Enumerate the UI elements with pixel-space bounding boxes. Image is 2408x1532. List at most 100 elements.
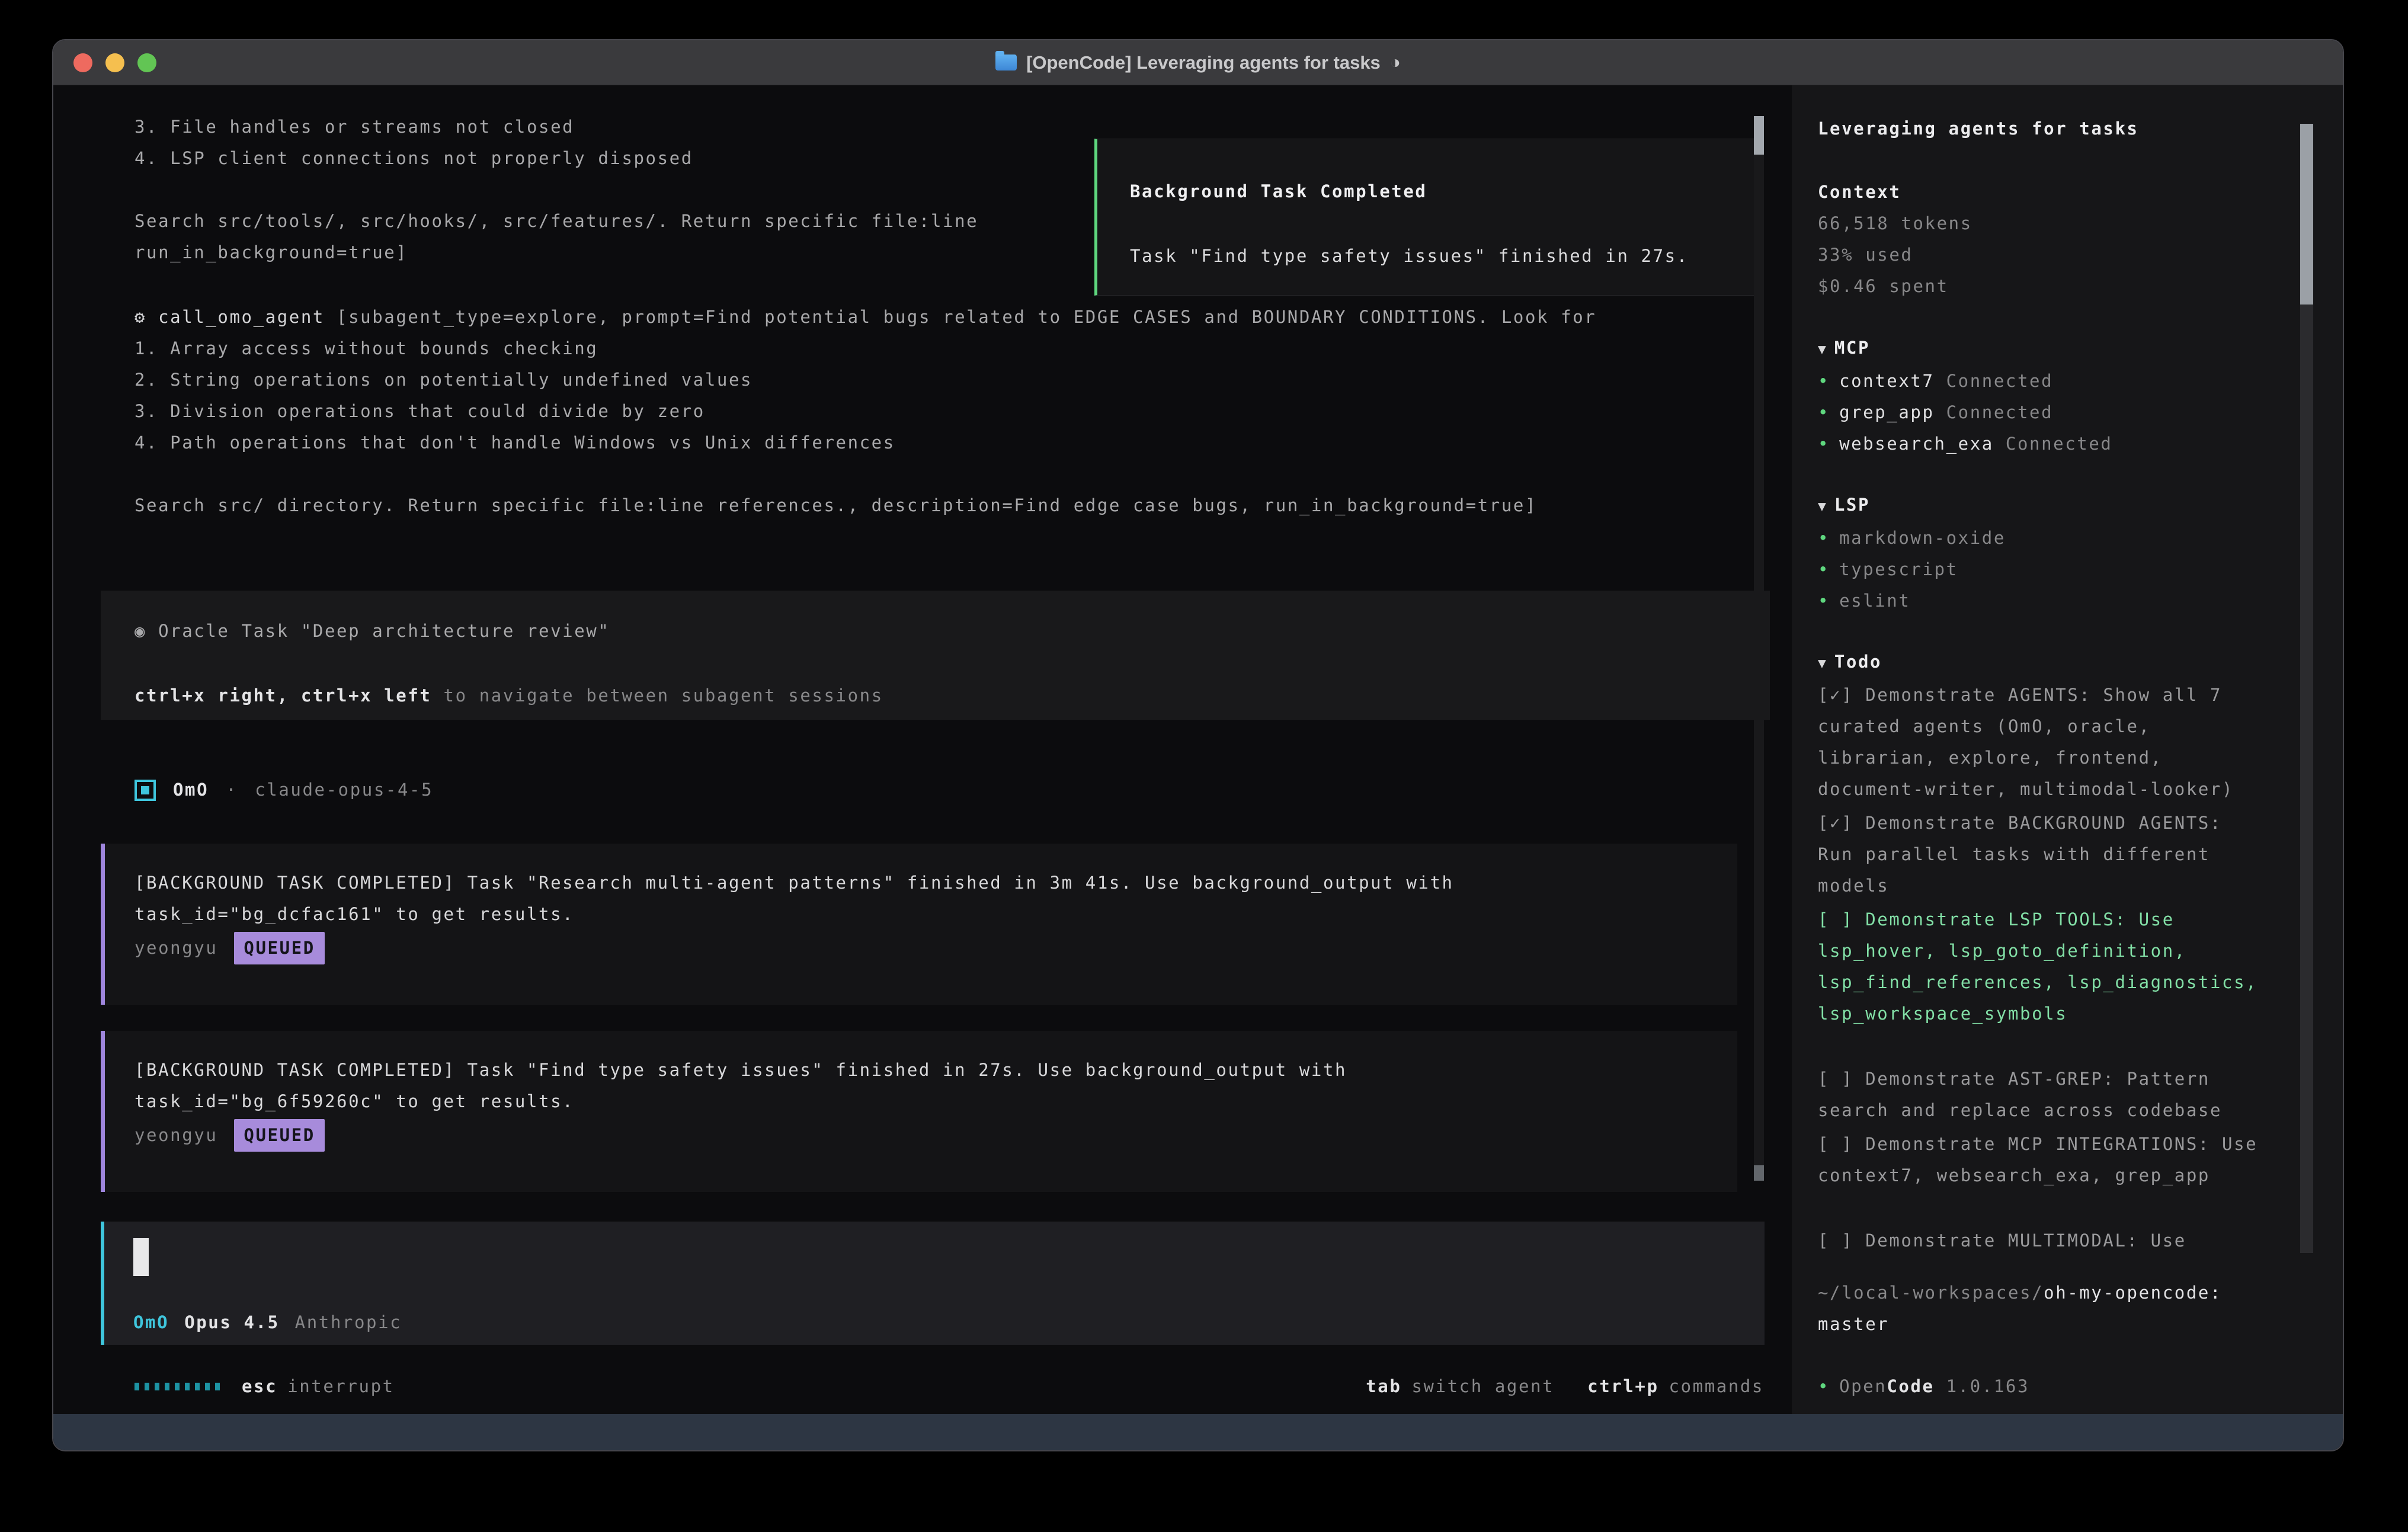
- status-dot-icon: •: [1818, 559, 1830, 579]
- tool-args: [subagent_type=explore, prompt=Find pote…: [337, 307, 1596, 327]
- ctrlp-action-label: commands: [1669, 1371, 1764, 1402]
- tool-name: call_omo_agent: [158, 307, 325, 327]
- input-provider: Anthropic: [295, 1307, 402, 1338]
- tool-line: Search src/ directory. Return specific f…: [135, 490, 1596, 521]
- status-dot-icon: •: [1818, 528, 1830, 548]
- todo-item: [ ] Demonstrate MCP INTEGRATIONS: Use co…: [1818, 1129, 2259, 1191]
- status-dot-icon: •: [1818, 371, 1830, 391]
- message-line: 3. File handles or streams not closed: [135, 111, 978, 143]
- session-sidebar: Leveraging agents for tasks Context 66,5…: [1792, 85, 2343, 1414]
- tool-line: 4. Path operations that don't handle Win…: [135, 427, 1596, 459]
- status-dot-icon: •: [1818, 402, 1830, 422]
- workspace-path: ~/local-workspaces/oh-my-opencode: maste…: [1818, 1277, 2222, 1340]
- maximize-button[interactable]: [137, 53, 156, 72]
- chat-area: 3. File handles or streams not closed 4.…: [53, 85, 1792, 1414]
- sidebar-scrollbar[interactable]: [2300, 124, 2313, 1253]
- lsp-section-header[interactable]: ▼LSP: [1818, 489, 2006, 523]
- prompt-input[interactable]: OmO Opus 4.5 Anthropic: [101, 1222, 1765, 1345]
- todo-item: [ ] Demonstrate MULTIMODAL: Use: [1818, 1225, 2259, 1257]
- todo-section: ▼Todo [✓] Demonstrate AGENTS: Show all 7…: [1818, 646, 2259, 1257]
- window-title-group: [OpenCode] Leveraging agents for tasks ◑: [53, 52, 2343, 73]
- background-task-card: [BACKGROUND TASK COMPLETED] Task "Find t…: [101, 1031, 1737, 1192]
- todo-section-header[interactable]: ▼Todo: [1818, 646, 2259, 680]
- context-used: 33% used: [1818, 239, 1972, 271]
- session-title: Leveraging agents for tasks: [1818, 113, 2139, 145]
- workspace-branch: master: [1818, 1309, 2222, 1340]
- input-agent: OmO: [133, 1307, 169, 1338]
- gear-icon: ⚙: [135, 307, 146, 327]
- notification-body: Task "Find type safety issues" finished …: [1130, 241, 1757, 272]
- context-heading: Context: [1818, 177, 1972, 208]
- folder-icon: [995, 55, 1017, 70]
- lsp-server-row: •markdown-oxide: [1818, 523, 2006, 554]
- chevron-down-icon: ▼: [1818, 656, 1826, 671]
- mcp-server-row: •grep_app Connected: [1818, 397, 2112, 428]
- tab-key-hint: tab: [1366, 1371, 1401, 1402]
- tool-line: 2. String operations on potentially unde…: [135, 364, 1596, 396]
- workspace-path-prefix: ~/local-workspaces/: [1818, 1283, 2044, 1303]
- card-line-2: task_id="bg_6f59260c" to get results.: [135, 1086, 1737, 1117]
- card-author: yeongyu: [135, 1120, 217, 1151]
- window-title: [OpenCode] Leveraging agents for tasks: [1026, 52, 1381, 73]
- mcp-server-row: •websearch_exa Connected: [1818, 428, 2112, 460]
- message-line: run_in_background=true]: [135, 237, 978, 268]
- status-dot-icon: •: [1818, 591, 1830, 611]
- card-line-1: [BACKGROUND TASK COMPLETED] Task "Find t…: [135, 1055, 1737, 1086]
- window-bottom-bar: [53, 1414, 2343, 1450]
- workspace-repo: oh-my-opencode:: [2044, 1283, 2222, 1303]
- ctrlp-key-hint: ctrl+p: [1587, 1371, 1658, 1402]
- todo-item: [ ] Demonstrate AST-GREP: Pattern search…: [1818, 1063, 2259, 1126]
- version-row: •OpenCode 1.0.163: [1818, 1371, 2029, 1402]
- input-model: Opus 4.5: [184, 1307, 279, 1338]
- scrollbar-end[interactable]: [1754, 1165, 1764, 1181]
- oracle-task-title: Oracle Task "Deep architecture review": [158, 621, 610, 641]
- todo-item: [✓] Demonstrate AGENTS: Show all 7 curat…: [1818, 680, 2259, 805]
- brand-bold: Code: [1887, 1376, 1934, 1396]
- status-badge: QUEUED: [234, 1119, 324, 1152]
- text-cursor: [133, 1238, 149, 1276]
- close-button[interactable]: [73, 53, 92, 72]
- agent-header: OmO · claude-opus-4-5: [135, 774, 433, 806]
- titlebar: [OpenCode] Leveraging agents for tasks ◑: [53, 40, 2343, 85]
- todo-item: [ ] Demonstrate LSP TOOLS: Use lsp_hover…: [1818, 904, 2259, 1030]
- oracle-task-panel: ◉ Oracle Task "Deep architecture review"…: [101, 591, 1770, 720]
- mcp-section-header[interactable]: ▼MCP: [1818, 332, 2112, 366]
- traffic-lights: [73, 40, 156, 85]
- status-dot-icon: •: [1818, 434, 1830, 454]
- message-line: 4. LSP client connections not properly d…: [135, 143, 978, 174]
- agent-name: OmO: [173, 774, 209, 806]
- notification-title: Background Task Completed: [1130, 176, 1757, 207]
- context-tokens: 66,518 tokens: [1818, 208, 1972, 239]
- context-section: Context 66,518 tokens 33% used $0.46 spe…: [1818, 177, 1972, 302]
- separator-dot: ·: [226, 774, 238, 806]
- esc-key-hint: esc: [242, 1371, 277, 1402]
- esc-action-label: interrupt: [287, 1371, 395, 1402]
- fisheye-icon: ◉: [135, 621, 146, 641]
- lsp-section: ▼LSP •markdown-oxide •typescript •eslint: [1818, 489, 2006, 617]
- tool-call-block: ⚙ call_omo_agent [subagent_type=explore,…: [135, 302, 1596, 521]
- statusbar: esc interrupt tab switch agent ctrl+p co…: [53, 1371, 1792, 1402]
- scrollbar-thumb[interactable]: [1754, 116, 1764, 155]
- chevron-down-icon: ▼: [1818, 342, 1826, 357]
- oracle-hint-keys: ctrl+x right, ctrl+x left: [135, 685, 432, 706]
- lsp-server-row: •typescript: [1818, 554, 2006, 585]
- context-spent: $0.46 spent: [1818, 271, 1972, 302]
- mcp-section: ▼MCP •context7 Connected •grep_app Conne…: [1818, 332, 2112, 460]
- message-text-block: 3. File handles or streams not closed 4.…: [135, 111, 978, 268]
- status-badge: QUEUED: [234, 932, 324, 964]
- message-line: [135, 174, 978, 206]
- scrollbar-thumb[interactable]: [2300, 124, 2313, 305]
- mcp-server-row: •context7 Connected: [1818, 366, 2112, 397]
- version-number: 1.0.163: [1946, 1376, 2029, 1396]
- card-line-1: [BACKGROUND TASK COMPLETED] Task "Resear…: [135, 867, 1737, 899]
- tab-action-label: switch agent: [1411, 1371, 1554, 1402]
- agent-model: claude-opus-4-5: [255, 774, 433, 806]
- tool-line: [135, 459, 1596, 490]
- background-task-notification: Background Task Completed Task "Find typ…: [1094, 139, 1760, 296]
- terminal-window: [OpenCode] Leveraging agents for tasks ◑…: [52, 39, 2344, 1451]
- oracle-hint-text: to navigate between subagent sessions: [432, 685, 883, 706]
- chat-scrollbar[interactable]: [1754, 116, 1764, 1181]
- card-line-2: task_id="bg_dcfac161" to get results.: [135, 899, 1737, 930]
- status-dot-icon: •: [1818, 1376, 1830, 1396]
- minimize-button[interactable]: [105, 53, 124, 72]
